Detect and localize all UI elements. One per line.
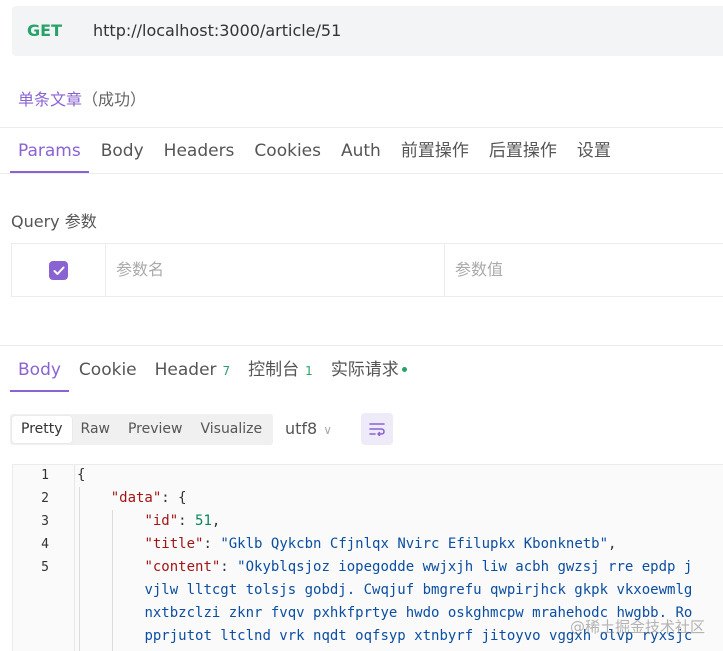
code-line: "id": 51, bbox=[144, 513, 221, 529]
enable-param-checkbox[interactable] bbox=[49, 261, 68, 280]
tab-settings[interactable]: 设置 bbox=[569, 129, 619, 173]
json-number: 51 bbox=[195, 513, 212, 529]
status-dot-icon bbox=[401, 366, 407, 372]
json-string: "Okyblqsjoz iopegodde wwjxjh liw acbh gw… bbox=[237, 559, 693, 575]
json-key: "title" bbox=[144, 536, 204, 552]
tab-cookies[interactable]: Cookies bbox=[246, 129, 329, 173]
console-count-badge: 1 bbox=[305, 364, 313, 378]
line-number: 5 bbox=[41, 560, 49, 575]
line-number: 4 bbox=[41, 537, 49, 552]
line-number: 3 bbox=[41, 514, 49, 529]
url-input[interactable]: http://localhost:3000/article/51 bbox=[93, 21, 341, 40]
json-key: "content" bbox=[144, 559, 221, 575]
view-mode-visualize[interactable]: Visualize bbox=[191, 416, 271, 443]
query-row-check-cell bbox=[12, 244, 106, 296]
tab-console-label: 控制台 bbox=[248, 360, 300, 380]
tab-headers[interactable]: Headers bbox=[156, 129, 243, 173]
json-string: vjlw lltcgt tolsjs gobdj. Cwqjuf bmgrefu… bbox=[144, 582, 693, 598]
view-mode-raw[interactable]: Raw bbox=[72, 416, 119, 443]
tab-auth[interactable]: Auth bbox=[333, 129, 389, 173]
format-button[interactable] bbox=[361, 413, 393, 445]
view-mode-switch: Pretty Raw Preview Visualize bbox=[10, 414, 274, 445]
divider bbox=[0, 127, 723, 128]
format-lines-icon bbox=[369, 423, 385, 436]
encoding-value: utf8 bbox=[285, 419, 318, 438]
tab-post-request[interactable]: 后置操作 bbox=[481, 129, 565, 173]
code-line: { bbox=[77, 467, 85, 483]
header-count-badge: 7 bbox=[222, 364, 231, 378]
request-name: 单条文章 bbox=[18, 90, 83, 109]
json-brace: { bbox=[77, 467, 86, 483]
request-tabs: Params Body Headers Cookies Auth 前置操作 后置… bbox=[10, 129, 623, 173]
tab-params[interactable]: Params bbox=[10, 129, 89, 173]
divider bbox=[0, 173, 723, 174]
code-line: "title": "Gklb Qykcbn Cfjnlqx Nvirc Efil… bbox=[144, 536, 617, 552]
watermark: @稀土掘金技术社区 bbox=[570, 618, 706, 636]
line-number: 2 bbox=[41, 491, 49, 506]
tab-response-body[interactable]: Body bbox=[10, 348, 69, 392]
chevron-down-icon: ∨ bbox=[323, 423, 333, 437]
view-mode-preview[interactable]: Preview bbox=[119, 416, 192, 443]
divider bbox=[0, 345, 723, 346]
tab-pre-request[interactable]: 前置操作 bbox=[393, 129, 477, 173]
query-params-label: Query 参数 bbox=[11, 212, 97, 231]
response-tabs: Body Cookie Header 7 控制台 1 实际请求 bbox=[10, 348, 417, 392]
tab-body[interactable]: Body bbox=[93, 129, 152, 173]
code-line: "content": "Okyblqsjoz iopegodde wwjxjh … bbox=[144, 559, 693, 575]
tab-console[interactable]: 控制台 1 bbox=[240, 348, 321, 392]
code-line: "data": { bbox=[110, 490, 187, 506]
request-status: （成功） bbox=[82, 90, 147, 109]
param-key-input[interactable]: 参数名 bbox=[106, 244, 445, 296]
param-value-input[interactable]: 参数值 bbox=[445, 244, 723, 296]
tab-actual-request[interactable]: 实际请求 bbox=[323, 348, 415, 392]
json-string: "Gklb Qykcbn Cfjnlqx Nvirc Efilupkx Kbon… bbox=[220, 536, 609, 552]
json-key: "id" bbox=[144, 513, 179, 529]
tab-response-header-label: Header bbox=[154, 360, 217, 380]
json-key: "data" bbox=[110, 490, 162, 506]
request-title: 单条文章（成功） bbox=[18, 86, 146, 110]
check-icon bbox=[53, 266, 64, 275]
tab-response-header[interactable]: Header 7 bbox=[147, 348, 239, 392]
view-mode-pretty[interactable]: Pretty bbox=[12, 416, 72, 443]
url-bar[interactable]: GET http://localhost:3000/article/51 bbox=[12, 6, 723, 56]
line-number-gutter: 1 2 3 4 5 bbox=[13, 465, 75, 651]
code-line: vjlw lltcgt tolsjs gobdj. Cwqjuf bmgrefu… bbox=[77, 582, 692, 598]
tab-actual-request-label: 实际请求 bbox=[330, 360, 399, 380]
line-number: 1 bbox=[41, 468, 49, 483]
tab-response-cookie[interactable]: Cookie bbox=[71, 348, 145, 392]
http-method-label[interactable]: GET bbox=[27, 21, 62, 40]
encoding-select[interactable]: utf8 ∨ bbox=[285, 419, 332, 438]
query-params-table: 参数名 参数值 bbox=[11, 243, 723, 297]
